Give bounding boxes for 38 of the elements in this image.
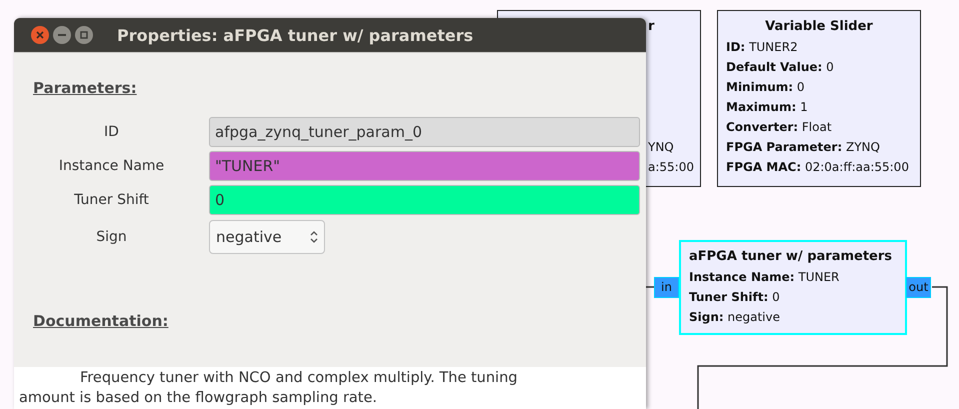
block-property: FPGA MAC: 02:0a:ff:aa:55:00 <box>726 159 910 176</box>
block-property: Instance Name: TUNER <box>689 269 840 286</box>
block-property: FPGA Parameter: ZYNQ <box>726 139 881 156</box>
block-property: a:55:00 <box>648 159 695 176</box>
minimize-button[interactable] <box>53 26 71 44</box>
in-port[interactable]: in <box>654 277 679 298</box>
block-property: Default Value: 0 <box>726 59 835 76</box>
field-label: Sign <box>95 228 128 244</box>
section-heading: Documentation: <box>33 312 168 330</box>
block-title: r <box>648 18 656 36</box>
variable-slider-block[interactable]: Variable Slider ID: TUNER2 Default Value: 0 Minimum: 0 Maximum: 1 Converter: Float FPGA Parameter: ZYNQ FPGA MAC: 02:0a:ff:aa:55:00 <box>717 10 921 187</box>
input-field[interactable]: "TUNER" <box>209 151 640 181</box>
field-label: Instance Name <box>58 158 166 174</box>
block-title: Variable Slider <box>764 18 874 36</box>
maximize-icon <box>80 31 88 39</box>
block-property: YNQ <box>648 139 675 156</box>
input-field[interactable]: afpga_zynq_tuner_param_0 <box>209 117 640 147</box>
documentation-text: Frequency tuner with NCO and complex multiply. The tuning amount is based on the flowgraph sampling rate. <box>14 367 646 409</box>
maximize-button[interactable] <box>75 26 93 44</box>
block-property: Converter: Float <box>726 119 833 136</box>
dropdown[interactable]: negative <box>209 220 325 254</box>
block-property: Sign: negative <box>689 309 781 326</box>
block-title: aFPGA tuner w/ parameters <box>689 248 894 266</box>
window-title: Properties: aFPGA tuner w/ parameters <box>117 26 474 44</box>
block-property: Minimum: 0 <box>726 79 806 96</box>
minimize-icon <box>58 34 66 36</box>
section-heading: Parameters: <box>33 79 137 97</box>
out-port[interactable]: out <box>906 277 931 298</box>
input-field[interactable]: 0 <box>209 185 640 215</box>
field-label: Tuner Shift <box>73 192 150 208</box>
block-property: ID: TUNER2 <box>726 39 799 56</box>
block-property: Maximum: 1 <box>726 99 809 116</box>
close-button[interactable] <box>31 26 49 44</box>
spinner-icon <box>310 230 318 244</box>
tuner-block[interactable]: aFPGA tuner w/ parameters Instance Name: TUNER Tuner Shift: 0 Sign: negative <box>679 240 907 335</box>
close-icon <box>36 31 44 39</box>
block-property: Tuner Shift: 0 <box>689 289 781 306</box>
field-label: ID <box>103 124 120 140</box>
